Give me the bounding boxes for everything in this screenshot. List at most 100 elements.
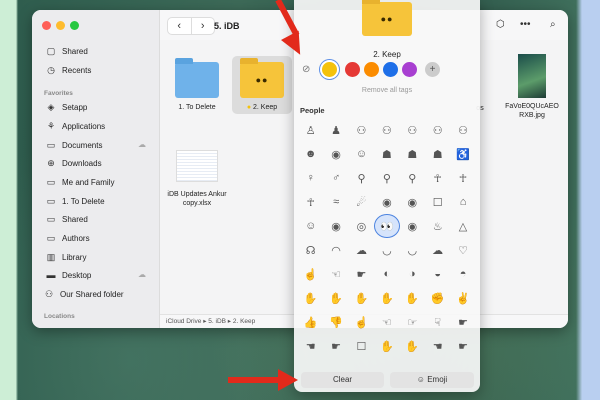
sidebar-item-shared-top[interactable]: ▢ Shared bbox=[46, 46, 88, 56]
sidebar-item-applications[interactable]: ⚘ Applications bbox=[46, 121, 105, 131]
symbol-option[interactable]: ⚇ bbox=[450, 118, 475, 142]
symbol-option[interactable]: ☗ bbox=[425, 142, 450, 166]
search-icon[interactable]: ⌕ bbox=[550, 19, 556, 30]
symbol-option[interactable]: ◉ bbox=[323, 214, 348, 238]
symbol-option[interactable]: ☚ bbox=[425, 334, 450, 358]
symbol-option[interactable]: ☄ bbox=[349, 190, 374, 214]
sidebar-item-recents[interactable]: ◷ Recents bbox=[46, 65, 91, 75]
remove-all-tags[interactable]: Remove all tags bbox=[294, 87, 480, 94]
back-icon[interactable]: ‹ bbox=[168, 18, 191, 34]
symbol-option[interactable]: ✋ bbox=[298, 286, 323, 310]
symbol-option[interactable]: ✋ bbox=[374, 286, 399, 310]
more-icon[interactable]: ••• bbox=[520, 19, 531, 30]
symbol-option[interactable]: ◉ bbox=[323, 142, 348, 166]
tag-yellow[interactable] bbox=[322, 62, 337, 77]
file-item-jpg[interactable]: FaVoE0QUcAEO RXB.jpg bbox=[502, 54, 562, 120]
sidebar-item-desktop[interactable]: ▬ Desktop bbox=[46, 270, 92, 280]
file-item-keep[interactable]: ●● ● 2. Keep bbox=[232, 56, 292, 114]
symbol-option[interactable]: ☝ bbox=[349, 310, 374, 334]
symbol-option[interactable]: ☝ bbox=[298, 262, 323, 286]
symbol-option[interactable]: ☛ bbox=[349, 262, 374, 286]
symbol-option[interactable]: ☜ bbox=[374, 310, 399, 334]
symbol-option[interactable]: ⚲ bbox=[349, 166, 374, 190]
symbol-option[interactable]: ☛ bbox=[450, 334, 475, 358]
symbol-option[interactable]: ◎ bbox=[349, 214, 374, 238]
symbol-option[interactable]: ☊ bbox=[298, 238, 323, 262]
file-item-xlsx[interactable]: iDB Updates Ankur copy.xlsx bbox=[167, 150, 227, 208]
symbol-option[interactable]: ☥ bbox=[298, 190, 323, 214]
zoom-button[interactable] bbox=[70, 21, 79, 30]
symbol-option[interactable]: ≈ bbox=[323, 190, 348, 214]
tag-purple[interactable] bbox=[402, 62, 417, 77]
tag-red[interactable] bbox=[345, 62, 360, 77]
symbol-option[interactable]: ⚇ bbox=[400, 118, 425, 142]
symbol-option[interactable]: ⚲ bbox=[374, 166, 399, 190]
forward-icon[interactable]: › bbox=[190, 18, 215, 34]
symbol-option[interactable]: ◑ bbox=[400, 262, 425, 286]
tag-orange[interactable] bbox=[364, 62, 379, 77]
symbol-option[interactable]: 👎 bbox=[323, 310, 348, 334]
symbol-option[interactable]: ☗ bbox=[374, 142, 399, 166]
symbol-option[interactable]: ☜ bbox=[323, 262, 348, 286]
symbol-option[interactable]: ☐ bbox=[425, 190, 450, 214]
symbol-option[interactable]: △ bbox=[450, 214, 475, 238]
sidebar-item-me-and-family[interactable]: ▭ Me and Family bbox=[46, 177, 115, 187]
symbol-option[interactable]: ☛ bbox=[450, 310, 475, 334]
sidebar-item-our-shared-folder[interactable]: ⚇ Our Shared folder bbox=[44, 289, 124, 299]
symbol-option[interactable]: ♂ bbox=[323, 166, 348, 190]
symbol-option[interactable]: ⚲ bbox=[400, 166, 425, 190]
symbol-option[interactable]: ◡ bbox=[400, 238, 425, 262]
symbol-option[interactable]: ☁ bbox=[349, 238, 374, 262]
symbol-option[interactable]: ✌ bbox=[450, 286, 475, 310]
sidebar-item-library[interactable]: ▥ Library bbox=[46, 252, 87, 262]
sidebar-item-shared[interactable]: ▭ Shared bbox=[46, 214, 88, 224]
symbol-option[interactable]: ⚇ bbox=[349, 118, 374, 142]
symbol-option[interactable]: ◐ bbox=[374, 262, 399, 286]
symbol-option[interactable]: ◡ bbox=[374, 238, 399, 262]
tag-icon[interactable]: ⬡ bbox=[496, 19, 505, 30]
sidebar-item-setapp[interactable]: ◈ Setapp bbox=[46, 102, 88, 112]
symbol-option[interactable]: ☥ bbox=[450, 166, 475, 190]
symbol-option[interactable]: ◓ bbox=[450, 262, 475, 286]
symbol-option[interactable]: ◉ bbox=[374, 190, 399, 214]
symbol-option[interactable]: ♟ bbox=[323, 118, 348, 142]
symbol-option[interactable]: ☛ bbox=[323, 334, 348, 358]
sidebar-item-to-delete[interactable]: ▭ 1. To Delete bbox=[46, 196, 105, 206]
symbol-option[interactable]: ◒ bbox=[425, 262, 450, 286]
symbol-option[interactable]: ✋ bbox=[349, 286, 374, 310]
sidebar-item-downloads[interactable]: ⊕ Downloads bbox=[46, 158, 101, 168]
symbol-option[interactable]: ✋ bbox=[323, 286, 348, 310]
symbol-option[interactable]: ☁ bbox=[425, 238, 450, 262]
emoji-button[interactable]: ☺ Emoji bbox=[390, 372, 474, 388]
close-button[interactable] bbox=[42, 21, 51, 30]
symbol-option[interactable]: 👍 bbox=[298, 310, 323, 334]
symbol-option[interactable]: ☥ bbox=[425, 166, 450, 190]
symbol-option[interactable]: ♙ bbox=[298, 118, 323, 142]
symbol-option[interactable]: ♡ bbox=[450, 238, 475, 262]
file-item-to-delete[interactable]: 1. To Delete bbox=[167, 58, 227, 111]
no-tag-icon[interactable]: ⊘ bbox=[302, 64, 318, 75]
minimize-button[interactable] bbox=[56, 21, 65, 30]
symbol-option[interactable]: ⚇ bbox=[374, 118, 399, 142]
symbol-option[interactable]: ☺ bbox=[298, 214, 323, 238]
symbol-option[interactable]: ⚇ bbox=[425, 118, 450, 142]
symbol-option[interactable]: ☚ bbox=[298, 334, 323, 358]
symbol-option[interactable]: ☟ bbox=[425, 310, 450, 334]
symbol-option[interactable]: ♨ bbox=[425, 214, 450, 238]
symbol-option[interactable]: ◉ bbox=[400, 190, 425, 214]
add-tag-icon[interactable]: + bbox=[425, 62, 440, 77]
symbol-option[interactable]: ☗ bbox=[400, 142, 425, 166]
tag-blue[interactable] bbox=[383, 62, 398, 77]
symbol-option[interactable]: ♿ bbox=[450, 142, 475, 166]
sidebar-item-documents[interactable]: ▭ Documents bbox=[46, 140, 103, 150]
symbol-option[interactable]: ✋ bbox=[374, 334, 399, 358]
symbol-option[interactable]: ⌂ bbox=[450, 190, 475, 214]
symbol-option[interactable]: ☐ bbox=[349, 334, 374, 358]
symbol-option[interactable]: ◠ bbox=[323, 238, 348, 262]
symbol-option[interactable]: ◉ bbox=[400, 214, 425, 238]
clear-button[interactable]: Clear bbox=[301, 372, 384, 388]
symbol-option[interactable]: ✊ bbox=[425, 286, 450, 310]
symbol-option[interactable]: ✋ bbox=[400, 334, 425, 358]
symbol-option[interactable]: ✋ bbox=[400, 286, 425, 310]
sidebar-item-authors[interactable]: ▭ Authors bbox=[46, 233, 90, 243]
